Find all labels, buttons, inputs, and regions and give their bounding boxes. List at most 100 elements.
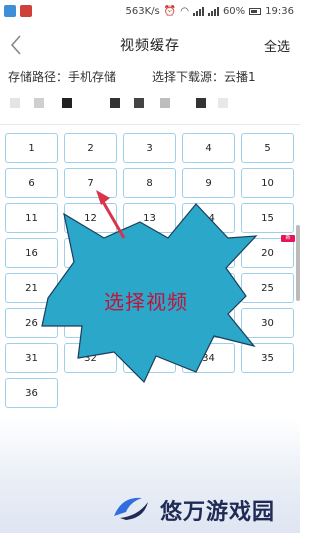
back-arrow-icon[interactable]	[6, 32, 28, 58]
blur-block	[218, 98, 228, 108]
episode-number: 2	[87, 142, 94, 154]
episode-cell[interactable]: 9	[182, 168, 235, 198]
episode-number: 8	[146, 177, 153, 189]
episode-cell[interactable]: 11	[5, 203, 58, 233]
episode-cell[interactable]: 17	[64, 238, 117, 268]
episode-number: 29	[202, 317, 215, 329]
episode-number: 28	[143, 317, 156, 329]
download-info: 存储路径：手机存储 选择下载源：云播1	[0, 66, 300, 86]
episode-cell[interactable]: 4	[182, 133, 235, 163]
blur-block	[10, 98, 20, 108]
network-speed: 563K/s	[125, 5, 160, 17]
episode-number: 31	[25, 352, 38, 364]
new-badge: 新	[281, 235, 295, 242]
episode-number: 4	[205, 142, 212, 154]
download-source[interactable]: 选择下载源：云播1	[152, 68, 256, 85]
wifi-icon: ◠	[180, 5, 189, 17]
episode-cell[interactable]: 2	[64, 133, 117, 163]
watermark-logo-icon	[114, 497, 148, 520]
episode-number: 25	[261, 282, 274, 294]
episode-number: 3	[146, 142, 153, 154]
select-all-button[interactable]: 全选	[264, 36, 290, 55]
episode-cell[interactable]: 25	[241, 273, 294, 303]
header: 视频缓存 全选	[0, 26, 300, 64]
blur-block	[62, 98, 72, 108]
scrollbar[interactable]	[296, 225, 300, 301]
app-notification-icon	[4, 5, 16, 17]
episode-cell[interactable]: 20 新	[241, 235, 295, 268]
blur-block	[196, 98, 206, 108]
episode-number: 16	[25, 247, 38, 259]
episode-number: 36	[25, 387, 38, 399]
episode-cell[interactable]: 21	[5, 273, 58, 303]
episode-number: 7	[87, 177, 94, 189]
episode-cell[interactable]: 15	[241, 203, 294, 233]
episode-number: 26	[25, 317, 38, 329]
episode-cell[interactable]: 32	[64, 343, 117, 373]
episode-number: 30	[261, 317, 274, 329]
episode-number: 15	[261, 212, 274, 224]
episode-cell[interactable]: 3	[123, 133, 176, 163]
storage-path[interactable]: 存储路径：手机存储	[8, 68, 116, 85]
episode-number: 5	[264, 142, 271, 154]
episode-number: 13	[143, 212, 156, 224]
divider	[0, 124, 300, 125]
signal-icon	[192, 6, 204, 16]
status-right: 563K/s ⏰ ◠ 60% 19:36	[126, 6, 300, 17]
episode-number: 10	[261, 177, 274, 189]
watermark-text: 悠万游戏园	[160, 500, 276, 525]
episode-number: 34	[202, 352, 215, 364]
episode-cell[interactable]: 31	[5, 343, 58, 373]
episode-number: 17	[84, 247, 97, 259]
episode-number: 6	[28, 177, 35, 189]
episode-number: 12	[84, 212, 97, 224]
episode-cell[interactable]: 24	[182, 273, 235, 303]
episode-number: 1	[28, 142, 35, 154]
episode-cell[interactable]: 30	[241, 308, 294, 338]
status-left-icons	[0, 5, 32, 17]
episode-cell[interactable]: 34	[182, 343, 235, 373]
episode-cell[interactable]: 6	[5, 168, 58, 198]
episode-number: 9	[205, 177, 212, 189]
episode-number: 24	[202, 282, 215, 294]
episode-cell[interactable]: 13	[123, 203, 176, 233]
episode-number: 27	[84, 317, 97, 329]
episode-cell[interactable]: 18	[123, 238, 176, 268]
battery-percent: 60%	[222, 5, 246, 17]
blurred-content	[0, 92, 300, 114]
episode-number: 11	[25, 212, 38, 224]
status-bar: 563K/s ⏰ ◠ 60% 19:36	[0, 0, 300, 22]
episode-cell[interactable]: 33	[123, 343, 176, 373]
episode-number: 18	[143, 247, 156, 259]
episode-number: 19	[202, 247, 215, 259]
episode-number: 20	[261, 247, 274, 259]
blur-block	[160, 98, 170, 108]
episode-cell[interactable]: 29	[182, 308, 235, 338]
clock: 19:36	[265, 5, 294, 17]
episode-cell[interactable]: 10	[241, 168, 294, 198]
episode-cell[interactable]: 36	[5, 378, 58, 408]
episode-cell[interactable]: 19	[182, 238, 235, 268]
blur-block	[134, 98, 144, 108]
screen: 563K/s ⏰ ◠ 60% 19:36 视频缓存 全选 存储路径：手机存储 选…	[0, 0, 300, 533]
episode-cell[interactable]: 35	[241, 343, 294, 373]
episode-cell[interactable]: 14	[182, 203, 235, 233]
episode-number: 14	[202, 212, 215, 224]
episode-cell[interactable]: 7	[64, 168, 117, 198]
blur-block	[34, 98, 44, 108]
alarm-icon: ⏰	[163, 5, 177, 17]
episode-cell[interactable]: 8	[123, 168, 176, 198]
episode-cell[interactable]: 26	[5, 305, 63, 338]
annotation-caption: 选择视频	[104, 290, 188, 314]
episode-number: 22	[84, 282, 97, 294]
episode-cell[interactable]: 12	[64, 203, 117, 233]
episode-cell[interactable]: 5	[241, 133, 294, 163]
page-title: 视频缓存	[120, 38, 180, 54]
episode-cell[interactable]: 16	[5, 238, 58, 268]
episode-cell[interactable]: 1	[5, 133, 58, 163]
new-badge-partial	[53, 305, 63, 313]
signal-icon-2	[207, 6, 219, 16]
battery-icon	[249, 7, 262, 15]
blur-block	[110, 98, 120, 108]
episode-number: 32	[84, 352, 97, 364]
